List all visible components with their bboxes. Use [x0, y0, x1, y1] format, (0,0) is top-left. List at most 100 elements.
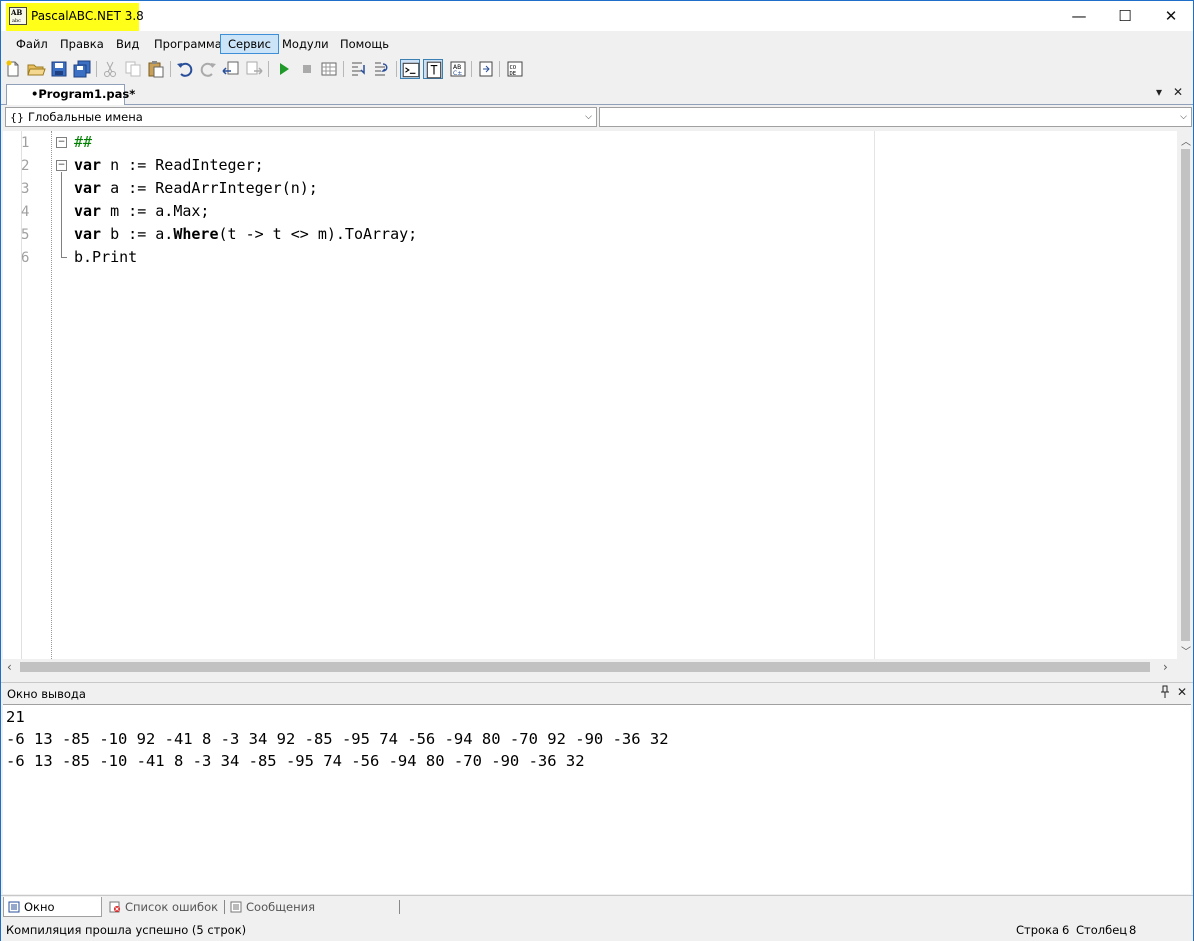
column-label: Столбец: [1076, 923, 1128, 937]
toolbar-separator: [96, 61, 97, 77]
maximize-button[interactable]: ☐: [1102, 1, 1148, 31]
menu-view[interactable]: Вид: [109, 34, 146, 54]
tab-label: Список ошибок: [125, 900, 219, 914]
right-margin-line: [874, 131, 875, 659]
toolbar-separator: [170, 61, 171, 77]
keyword-token: var: [74, 156, 102, 174]
cut-icon[interactable]: [100, 59, 120, 79]
compare-icon[interactable]: AB C±: [448, 59, 468, 79]
output-panel-title: Окно вывода: [7, 687, 86, 701]
scope-combo[interactable]: {} Глобальные имена ⌵: [5, 107, 597, 127]
navigate-back-icon[interactable]: [221, 59, 241, 79]
scroll-right-icon[interactable]: ›: [1163, 660, 1168, 674]
code-template-icon[interactable]: CO DE: [505, 59, 525, 79]
line-number: 5: [21, 227, 30, 243]
fold-collapse-icon[interactable]: −: [56, 160, 67, 171]
scope-combo-value: Глобальные имена: [28, 110, 143, 124]
stop-icon[interactable]: [297, 59, 317, 79]
svg-text:abc: abc: [12, 18, 21, 24]
tab-output-window[interactable]: Окно вывода: [3, 897, 102, 934]
fold-guide: [61, 172, 62, 257]
tab-compiler-messages[interactable]: Сообщения компилятора: [226, 897, 396, 934]
step-over-icon[interactable]: [372, 59, 392, 79]
save-icon[interactable]: [49, 59, 69, 79]
output-line: -6 13 -85 -10 92 -41 8 -3 34 92 -85 -95 …: [6, 730, 669, 748]
line-number: 6: [21, 250, 30, 266]
code-text: b.Print: [74, 248, 138, 266]
status-message: Компиляция прошла успешно (5 строк): [6, 923, 247, 937]
member-combo[interactable]: ⌵: [599, 107, 1192, 127]
scroll-thumb[interactable]: [20, 662, 1150, 672]
line-label: Строка: [1016, 923, 1060, 937]
status-bar: Компиляция прошла успешно (5 строк) Стро…: [1, 918, 1193, 941]
tab-separator: [399, 900, 400, 914]
line-number: 2: [21, 158, 30, 174]
namespace-icon: {}: [10, 111, 24, 124]
menu-modules[interactable]: Модули: [275, 34, 336, 54]
open-folder-icon[interactable]: [26, 59, 46, 79]
close-button[interactable]: ✕: [1148, 1, 1194, 31]
toolbar-separator: [471, 61, 472, 77]
compiler-messages-icon: [230, 901, 242, 913]
tab-error-list[interactable]: Список ошибок: [105, 897, 223, 917]
editor-vertical-scrollbar[interactable]: ︿ ﹀: [1177, 131, 1193, 659]
code-text: a := ReadArrInteger(n);: [101, 179, 318, 197]
paste-icon[interactable]: [146, 59, 166, 79]
console-icon[interactable]: [400, 59, 420, 79]
save-all-icon[interactable]: [72, 59, 92, 79]
pin-icon[interactable]: [1160, 685, 1170, 702]
directive-token: ##: [74, 133, 93, 151]
text-format-icon[interactable]: [423, 59, 443, 79]
code-line-2: var n := ReadInteger;: [74, 156, 264, 174]
menu-bar: Файл Правка Вид Программа Сервис Модули …: [1, 32, 1193, 56]
code-line-1: ##: [74, 133, 92, 151]
toolbar-separator: [396, 61, 397, 77]
menu-file[interactable]: Файл: [9, 34, 55, 54]
line-number: 1: [21, 135, 30, 151]
code-line-6: b.Print: [74, 248, 137, 266]
column-value: 8: [1129, 923, 1137, 937]
new-file-icon[interactable]: [3, 59, 23, 79]
tab-close-icon[interactable]: ✕: [1173, 85, 1183, 99]
error-list-icon: [109, 901, 120, 913]
navigate-forward-icon[interactable]: [244, 59, 264, 79]
scroll-up-icon[interactable]: ︿: [1181, 133, 1191, 148]
tab-list-dropdown-icon[interactable]: ▾: [1156, 85, 1162, 99]
svg-text:AB: AB: [10, 8, 22, 17]
bottom-panel-tabs: Окно вывода Список ошибок Сообщения комп…: [1, 895, 1193, 934]
output-close-icon[interactable]: ✕: [1177, 685, 1187, 699]
output-toggle-icon[interactable]: [476, 59, 496, 79]
scroll-thumb[interactable]: [1181, 149, 1190, 641]
scroll-left-icon[interactable]: ‹: [7, 660, 12, 674]
tab-program1[interactable]: •Program1.pas*: [6, 84, 135, 105]
menu-edit[interactable]: Правка: [53, 34, 111, 54]
minimize-button[interactable]: —: [1056, 1, 1102, 31]
step-into-icon[interactable]: [349, 59, 369, 79]
code-text: (t -> t <> m).ToArray;: [218, 225, 418, 243]
menu-service[interactable]: Сервис: [220, 34, 279, 54]
copy-icon[interactable]: [123, 59, 143, 79]
svg-text:DE: DE: [510, 71, 517, 77]
menu-help[interactable]: Помощь: [333, 34, 396, 54]
redo-icon[interactable]: [198, 59, 218, 79]
fold-margin-line: [51, 131, 52, 659]
fold-collapse-icon[interactable]: −: [56, 137, 67, 148]
run-icon[interactable]: [274, 59, 294, 79]
scroll-down-icon[interactable]: ﹀: [1181, 643, 1191, 658]
toolbar-separator: [499, 61, 500, 77]
output-window-icon: [8, 901, 20, 913]
window-title: PascalABC.NET 3.8: [31, 9, 144, 23]
line-number: 4: [21, 204, 30, 220]
editor-horizontal-scrollbar[interactable]: ‹ ›: [3, 659, 1177, 675]
code-editor[interactable]: 1 2 3 4 5 6 − − ## var n := ReadInteger;…: [3, 131, 1177, 659]
keyword-token: var: [74, 225, 102, 243]
debug-grid-icon[interactable]: [319, 59, 339, 79]
keyword-token: Where: [173, 225, 219, 243]
toolbar-separator: [268, 61, 269, 77]
undo-icon[interactable]: [175, 59, 195, 79]
chevron-down-icon: ⌵: [585, 112, 592, 122]
line-value: 6: [1062, 923, 1070, 937]
code-text: b := a.: [101, 225, 174, 243]
output-window[interactable]: 21 -6 13 -85 -10 92 -41 8 -3 34 92 -85 -…: [3, 704, 1191, 894]
menu-program[interactable]: Программа: [147, 34, 229, 54]
